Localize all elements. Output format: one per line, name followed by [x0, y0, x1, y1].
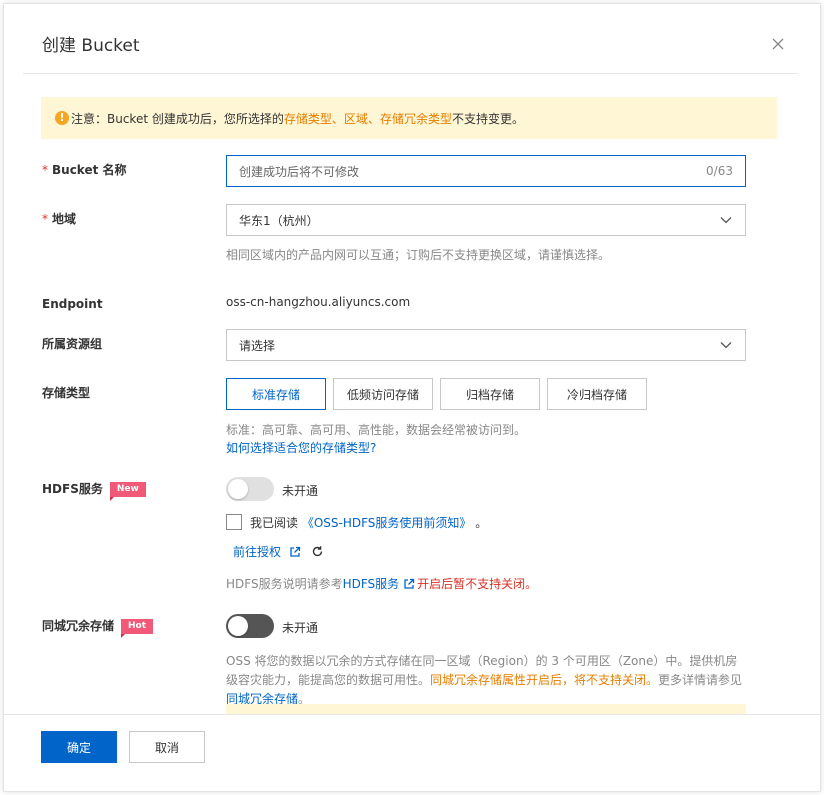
- bucket-name-placeholder: 创建成功后将不可修改: [239, 164, 360, 179]
- hdfs-doc-link[interactable]: HDFS服务: [343, 575, 400, 592]
- storage-type-label: 存储类型: [42, 386, 91, 400]
- hdfs-agree-prefix: 我已阅读: [250, 516, 299, 530]
- required-mark: *: [42, 163, 48, 177]
- region-label: * 地域: [42, 210, 76, 228]
- storage-type-standard[interactable]: 标准存储: [226, 378, 326, 410]
- toggle-knob: [228, 616, 248, 636]
- bucket-name-label: * Bucket 名称: [42, 161, 127, 179]
- hdfs-agree-checkbox[interactable]: [226, 514, 242, 530]
- external-link-icon[interactable]: [289, 546, 301, 558]
- resource-group-value: 请选择: [239, 338, 276, 353]
- zrs-toggle[interactable]: [226, 614, 274, 638]
- footer-divider: [4, 714, 820, 715]
- storage-type-archive[interactable]: 归档存储: [440, 378, 540, 410]
- title-divider: [23, 73, 798, 74]
- char-counter: 0/63: [706, 164, 733, 178]
- zrs-label: 同城冗余存储 Hot: [42, 617, 154, 638]
- hdfs-toggle[interactable]: [226, 477, 274, 501]
- region-select[interactable]: 华东1（杭州）: [226, 204, 746, 236]
- notice-suffix: 不支持变更。: [451, 111, 524, 126]
- region-help: 相同区域内的产品内网可以互通；订购后不支持更换区域，请谨慎选择。: [226, 248, 611, 262]
- hdfs-agree-suffix: 。: [475, 516, 488, 530]
- hdfs-notice-link[interactable]: 《OSS-HDFS服务使用前须知》: [302, 516, 472, 530]
- hdfs-note: HDFS服务说明请参考 HDFS服务 开启后暂不支持关闭。: [226, 575, 537, 592]
- notice-separator: 、: [331, 111, 344, 126]
- create-bucket-dialog: 创建 Bucket ! 注意：Bucket 创建成功后，您所选择的 存储类型 、…: [3, 3, 821, 792]
- external-link-icon[interactable]: [403, 578, 415, 590]
- dialog-title: 创建 Bucket: [42, 36, 140, 56]
- notice-prefix: 注意：Bucket 创建成功后，您所选择的: [71, 111, 284, 126]
- zrs-label-text: 同城冗余存储: [42, 619, 115, 633]
- required-mark: *: [42, 212, 48, 226]
- resource-group-label: 所属资源组: [42, 337, 103, 351]
- hdfs-note-prefix: HDFS服务说明请参考: [226, 577, 343, 591]
- zrs-toggle-status: 未开通: [282, 621, 319, 635]
- notice-separator: 、: [367, 111, 380, 126]
- hdfs-toggle-status: 未开通: [282, 484, 319, 498]
- zrs-warning-strip: [226, 704, 746, 714]
- notice-highlight-redundancy: 存储冗余类型: [379, 111, 452, 126]
- new-badge: New: [109, 481, 146, 501]
- hdfs-label-text: HDFS服务: [42, 482, 103, 496]
- chevron-down-icon: [720, 342, 732, 349]
- hdfs-auth-link[interactable]: 前往授权: [233, 543, 281, 560]
- endpoint-label: Endpoint: [42, 297, 103, 311]
- hdfs-note-warning: 开启后暂不支持关闭。: [417, 577, 538, 591]
- storage-type-guide-link[interactable]: 如何选择适合您的存储类型?: [226, 439, 376, 456]
- cancel-button[interactable]: 取消: [129, 731, 205, 763]
- hdfs-auth-row: 前往授权: [233, 543, 324, 560]
- bucket-name-label-text: Bucket 名称: [52, 163, 127, 177]
- notice-highlight-storage-type: 存储类型: [283, 111, 332, 126]
- chevron-down-icon: [720, 217, 732, 224]
- toggle-knob: [228, 479, 248, 499]
- hdfs-label: HDFS服务 New: [42, 480, 146, 501]
- notice-banner: ! 注意：Bucket 创建成功后，您所选择的 存储类型 、 区域 、 存储冗余…: [41, 97, 777, 139]
- refresh-icon[interactable]: [311, 545, 324, 558]
- storage-type-ia[interactable]: 低频访问存储: [333, 378, 433, 410]
- hot-badge: Hot: [121, 618, 154, 638]
- zrs-desc-warning: 同城冗余存储属性开启后，将不支持关闭。: [430, 673, 659, 687]
- hdfs-agree-text: 我已阅读 《OSS-HDFS服务使用前须知》 。: [250, 514, 487, 531]
- close-icon[interactable]: [768, 34, 788, 54]
- warning-icon: !: [55, 111, 69, 125]
- resource-group-select[interactable]: 请选择: [226, 329, 746, 361]
- zrs-description: OSS 将您的数据以冗余的方式存储在同一区域（Region）的 3 个可用区（Z…: [226, 652, 746, 709]
- bucket-name-input[interactable]: 创建成功后将不可修改 0/63: [226, 155, 746, 187]
- region-value: 华东1（杭州）: [239, 213, 319, 228]
- region-label-text: 地域: [52, 212, 77, 226]
- storage-type-cold-archive[interactable]: 冷归档存储: [547, 378, 647, 410]
- confirm-button[interactable]: 确定: [41, 731, 117, 763]
- storage-type-help: 标准：高可靠、高可用、高性能，数据会经常被访问到。: [226, 423, 527, 437]
- notice-highlight-region: 区域: [343, 111, 368, 126]
- zrs-desc-more: 更多详情请参见: [658, 673, 743, 687]
- endpoint-value: oss-cn-hangzhou.aliyuncs.com: [226, 295, 411, 309]
